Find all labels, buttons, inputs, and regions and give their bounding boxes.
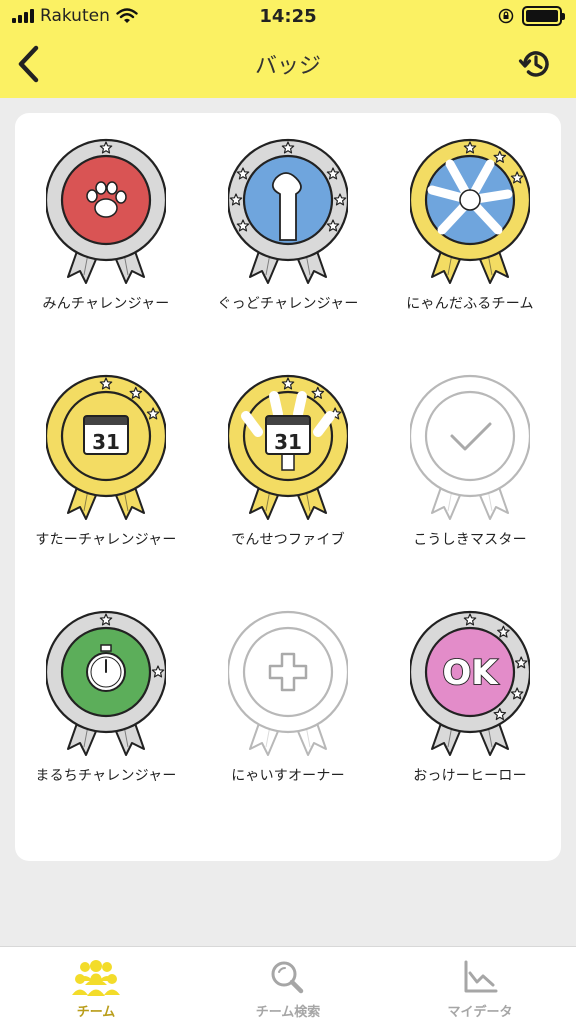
badge-item[interactable]: OK おっけーヒーロー [379,585,561,821]
badge-item[interactable]: にゃいすオーナー [197,585,379,821]
badge-label: でんせつファイブ [231,532,345,548]
badge-label: にゃいすオーナー [231,768,345,784]
badge-item[interactable]: まるちチャレンジャー [15,585,197,821]
badge-label: こうしきマスター [413,532,527,548]
badge-item[interactable]: 31 すたーチャレンジャー [15,349,197,585]
status-right [498,6,565,26]
tab-bar: チーム チーム検索 マイデータ [0,946,576,1024]
badge-grid: みんチャレンジャー ぐっどチャレンジャー にゃんだふるチーム 31 すたーチャレ… [15,113,561,861]
header: Rakuten 14:25 バッジ [0,0,576,98]
status-bar: Rakuten 14:25 [0,0,576,34]
search-icon [271,961,304,994]
tab-my-data[interactable]: マイデータ [384,947,576,1024]
badge-medal-icon: 31 [228,374,348,520]
history-icon [518,51,549,77]
tab-team[interactable]: チーム [0,947,192,1024]
badge-label: にゃんだふるチーム [406,296,534,312]
tab-label: マイデータ [447,1005,513,1020]
badge-medal-icon [228,610,348,756]
badge-medal-icon [46,610,166,756]
badge-medal-icon [46,138,166,284]
nav-bar: バッジ [0,34,576,94]
badge-label: すたーチャレンジャー [35,532,177,548]
badge-medal-icon [228,138,348,284]
svg-text:OK: OK [442,653,499,693]
battery-icon [522,6,565,26]
badge-item[interactable]: にゃんだふるチーム [379,113,561,349]
tab-label: チーム検索 [255,1005,321,1020]
svg-text:31: 31 [92,430,120,454]
orientation-lock-icon [498,8,514,24]
badge-label: ぐっどチャレンジャー [217,296,359,312]
history-button[interactable] [516,44,556,84]
page-title: バッジ [254,54,321,79]
badge-medal-icon [410,374,530,520]
status-time: 14:25 [259,6,317,27]
badge-label: まるちチャレンジャー [35,768,177,784]
svg-text:31: 31 [274,430,302,454]
badge-item[interactable]: こうしきマスター [379,349,561,585]
badge-label: おっけーヒーロー [413,768,527,784]
badge-item[interactable]: ぐっどチャレンジャー [197,113,379,349]
badge-item[interactable]: 31 でんせつファイブ [197,349,379,585]
tab-team-search[interactable]: チーム検索 [192,947,384,1024]
badge-medal-icon [410,138,530,284]
team-icon [72,960,120,996]
chart-icon [464,960,498,993]
badge-item[interactable]: みんチャレンジャー [15,113,197,349]
badge-medal-icon: OK [410,610,530,756]
badge-label: みんチャレンジャー [42,296,170,312]
tab-label: チーム [76,1005,116,1020]
badge-medal-icon: 31 [46,374,166,520]
